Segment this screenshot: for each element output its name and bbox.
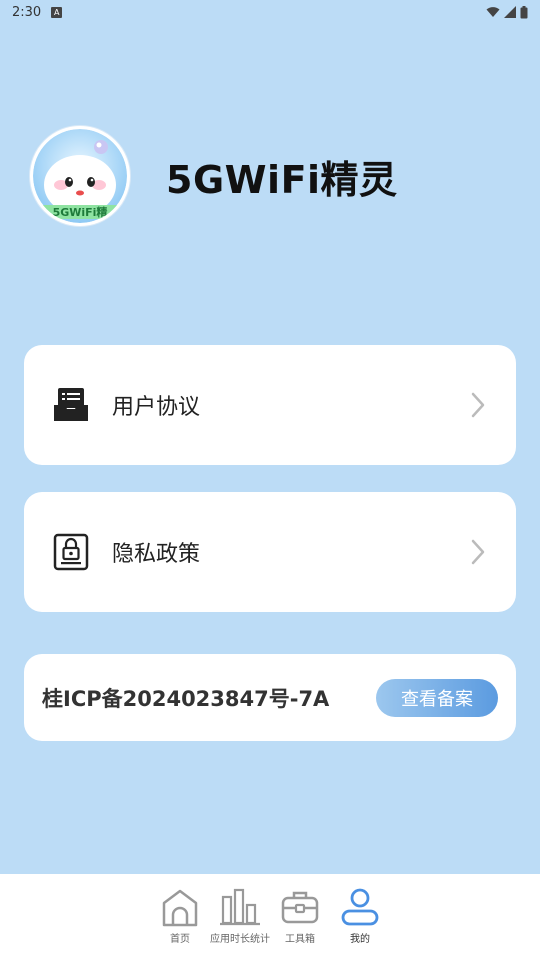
bottom-tab-bar: 首页 应用时长统计 工具箱 我的 xyxy=(0,874,540,960)
tab-mine[interactable]: 我的 xyxy=(329,886,391,945)
privacy-lock-icon xyxy=(52,533,90,571)
signal-icon xyxy=(504,6,516,18)
user-icon xyxy=(340,886,380,928)
bar-chart-icon xyxy=(219,886,261,928)
view-record-button[interactable]: 查看备案 xyxy=(376,678,498,717)
app-avatar: 5GWiFi精 xyxy=(30,126,130,226)
chevron-right-icon xyxy=(468,390,488,420)
wifi-icon xyxy=(486,7,500,17)
tab-label-usage-stats: 应用时长统计 xyxy=(210,934,270,945)
tab-home[interactable]: 首页 xyxy=(149,886,211,945)
tab-toolbox[interactable]: 工具箱 xyxy=(269,886,331,945)
toolbox-icon xyxy=(280,886,320,928)
menu-item-privacy-policy[interactable]: 隐私政策 xyxy=(24,492,516,612)
status-bar: 2:30 A xyxy=(0,0,540,24)
mascot-icon: 5GWiFi精 xyxy=(33,129,127,223)
status-time: 2:30 xyxy=(12,4,42,20)
menu-item-user-agreement[interactable]: 用户协议 xyxy=(24,345,516,465)
profile-header: 5GWiFi精 5GWiFi精灵 xyxy=(30,126,398,226)
tab-label-mine: 我的 xyxy=(350,934,370,945)
menu-label-privacy-policy: 隐私政策 xyxy=(112,542,201,567)
avatar-caption: 5GWiFi精 xyxy=(53,205,108,219)
home-icon xyxy=(160,886,200,928)
tab-label-toolbox: 工具箱 xyxy=(285,934,315,945)
app-name: 5GWiFi精灵 xyxy=(166,157,398,202)
menu-label-user-agreement: 用户协议 xyxy=(112,395,201,420)
notification-icon: A xyxy=(51,6,63,18)
icp-record-card: 桂ICP备2024023847号-7A 查看备案 xyxy=(24,654,516,741)
battery-icon xyxy=(520,5,528,18)
document-inbox-icon xyxy=(52,386,90,424)
icp-number: 桂ICP备2024023847号-7A xyxy=(42,686,330,711)
tab-label-home: 首页 xyxy=(170,934,190,945)
tab-usage-stats[interactable]: 应用时长统计 xyxy=(209,886,271,945)
chevron-right-icon xyxy=(468,537,488,567)
